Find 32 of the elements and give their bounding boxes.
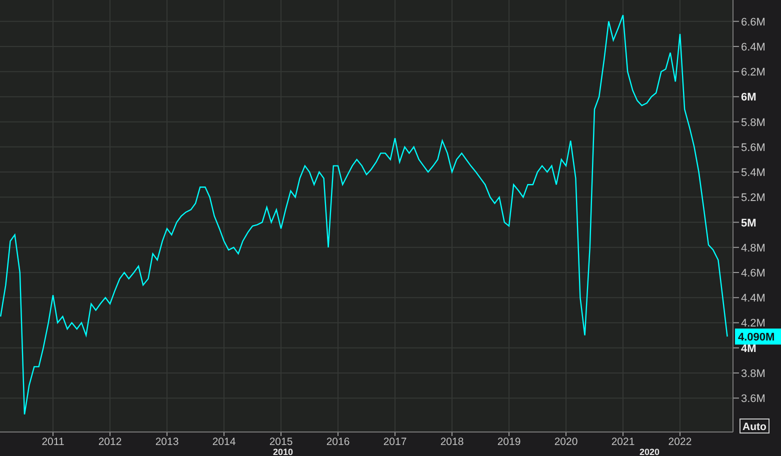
y-axis-label: 3.8M bbox=[741, 368, 766, 380]
y-axis-label: 6.4M bbox=[741, 41, 766, 54]
x-axis-label: 2014 bbox=[212, 436, 236, 448]
x-axis-label: 2019 bbox=[497, 436, 521, 448]
y-axis-label: 4M bbox=[741, 342, 756, 355]
y-axis-label: 6.6M bbox=[741, 16, 766, 28]
x-axis-label: 2011 bbox=[42, 436, 64, 448]
y-axis-label: 3.6M bbox=[741, 393, 766, 406]
x-axis-label: 2013 bbox=[155, 436, 179, 448]
y-axis-label: 5M bbox=[741, 217, 756, 230]
auto-button[interactable]: Auto bbox=[740, 418, 770, 434]
y-axis-label: 6.2M bbox=[741, 66, 766, 79]
y-axis-label: 6M bbox=[741, 92, 756, 104]
decade-label: 2020 bbox=[639, 447, 660, 456]
y-axis-label: 5.8M bbox=[741, 116, 766, 129]
y-axis-label: 4.4M bbox=[741, 292, 766, 305]
x-axis-label: 2015 bbox=[269, 436, 293, 448]
x-axis-label: 2021 bbox=[611, 436, 635, 448]
x-axis-label: 2018 bbox=[440, 436, 464, 448]
x-axis-label: 2020 bbox=[554, 436, 578, 448]
x-axis-label: 2017 bbox=[383, 436, 407, 448]
x-axis-label: 2012 bbox=[98, 436, 122, 448]
x-axis-label: 2022 bbox=[668, 436, 692, 448]
y-axis-label: 5.2M bbox=[741, 192, 766, 204]
x-axis-label: 2016 bbox=[326, 436, 350, 448]
y-axis-label: 4.6M bbox=[741, 268, 766, 280]
y-axis-label: 4.2M bbox=[741, 318, 766, 330]
y-axis-label: 5.6M bbox=[741, 142, 766, 154]
y-axis-label: 5.4M bbox=[741, 167, 766, 180]
y-axis-label: 4.8M bbox=[741, 242, 766, 254]
value-badge: 4.090M bbox=[735, 328, 781, 345]
decade-label: 2010 bbox=[272, 447, 294, 456]
